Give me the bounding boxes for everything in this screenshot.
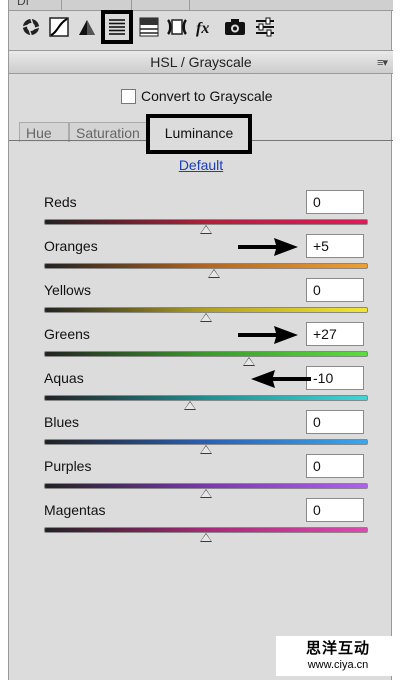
- tone-curve-icon[interactable]: [47, 14, 71, 40]
- tab-hue[interactable]: Hue: [19, 122, 69, 142]
- convert-grayscale-row[interactable]: Convert to Grayscale: [121, 88, 273, 104]
- slider-track[interactable]: [44, 395, 368, 401]
- slider-value-field[interactable]: 0: [306, 454, 364, 478]
- slider-row-1: Oranges +5: [44, 234, 374, 282]
- slider-track[interactable]: [44, 263, 368, 269]
- watermark: 思洋互动 www.ciya.cn: [276, 636, 400, 676]
- slider-thumb[interactable]: [200, 225, 212, 234]
- slider-row-3: Greens +27: [44, 322, 374, 370]
- fx-icon[interactable]: fx: [193, 14, 217, 40]
- slider-thumb[interactable]: [243, 357, 256, 366]
- sliders-settings-icon[interactable]: [253, 14, 277, 40]
- tab-luminance[interactable]: Luminance: [146, 114, 252, 154]
- slider-row-7: Magentas 0: [44, 498, 374, 546]
- slider-row-2: Yellows 0: [44, 278, 374, 326]
- svg-text:fx: fx: [196, 20, 209, 37]
- develop-panel: DI fx HSL / Grayscale ≡▾ Convert to Gray…: [8, 0, 393, 680]
- default-link[interactable]: Default: [9, 157, 393, 173]
- slider-value-field[interactable]: 0: [306, 410, 364, 434]
- arrow-right-icon: [238, 326, 298, 344]
- tab-saturation[interactable]: Saturation: [69, 122, 153, 142]
- convert-grayscale-checkbox[interactable]: [121, 88, 136, 104]
- slider-value-field[interactable]: 0: [306, 498, 364, 522]
- aperture-icon[interactable]: [19, 14, 43, 40]
- slider-value-field[interactable]: 0: [306, 190, 364, 214]
- slider-value-field[interactable]: +27: [306, 322, 364, 346]
- slider-label: Aquas: [44, 370, 84, 386]
- clipped-top-text: DI: [17, 0, 29, 8]
- mountain-triangle-icon[interactable]: [75, 14, 99, 40]
- slider-label: Yellows: [44, 282, 91, 298]
- slider-row-0: Reds 0: [44, 190, 374, 238]
- slider-row-6: Purples 0: [44, 454, 374, 502]
- arrow-left-icon: [251, 370, 311, 388]
- watermark-url: www.ciya.cn: [307, 659, 369, 671]
- slider-label: Magentas: [44, 502, 106, 518]
- panel-menu-icon[interactable]: ≡▾: [377, 52, 388, 74]
- panel-title: HSL / Grayscale: [150, 54, 252, 70]
- camera-icon[interactable]: [223, 14, 247, 40]
- slider-value-field[interactable]: +5: [306, 234, 364, 258]
- split-toning-icon[interactable]: [137, 14, 161, 40]
- slider-track[interactable]: [44, 351, 368, 357]
- slider-thumb[interactable]: [200, 313, 212, 322]
- slider-label: Oranges: [44, 238, 98, 254]
- slider-label: Greens: [44, 326, 90, 342]
- slider-row-5: Blues 0: [44, 410, 374, 458]
- convert-grayscale-label: Convert to Grayscale: [141, 88, 273, 104]
- slider-thumb[interactable]: [200, 533, 212, 542]
- slider-label: Purples: [44, 458, 92, 474]
- top-strip: DI: [9, 0, 393, 11]
- slider-value-field[interactable]: -10: [306, 366, 364, 390]
- slider-label: Reds: [44, 194, 77, 210]
- arrow-right-icon: [238, 238, 298, 256]
- watermark-text: 思洋互动: [305, 640, 370, 657]
- slider-thumb[interactable]: [208, 269, 221, 278]
- lens-corrections-icon[interactable]: [165, 14, 189, 40]
- slider-row-4: Aquas -10: [44, 366, 374, 414]
- slider-thumb[interactable]: [183, 401, 196, 410]
- slider-value-field[interactable]: 0: [306, 278, 364, 302]
- slider-thumb[interactable]: [200, 489, 212, 498]
- hsl-lines-icon[interactable]: [101, 10, 133, 44]
- panel-header: HSL / Grayscale ≡▾: [9, 50, 393, 74]
- slider-thumb[interactable]: [200, 445, 212, 454]
- slider-label: Blues: [44, 414, 80, 430]
